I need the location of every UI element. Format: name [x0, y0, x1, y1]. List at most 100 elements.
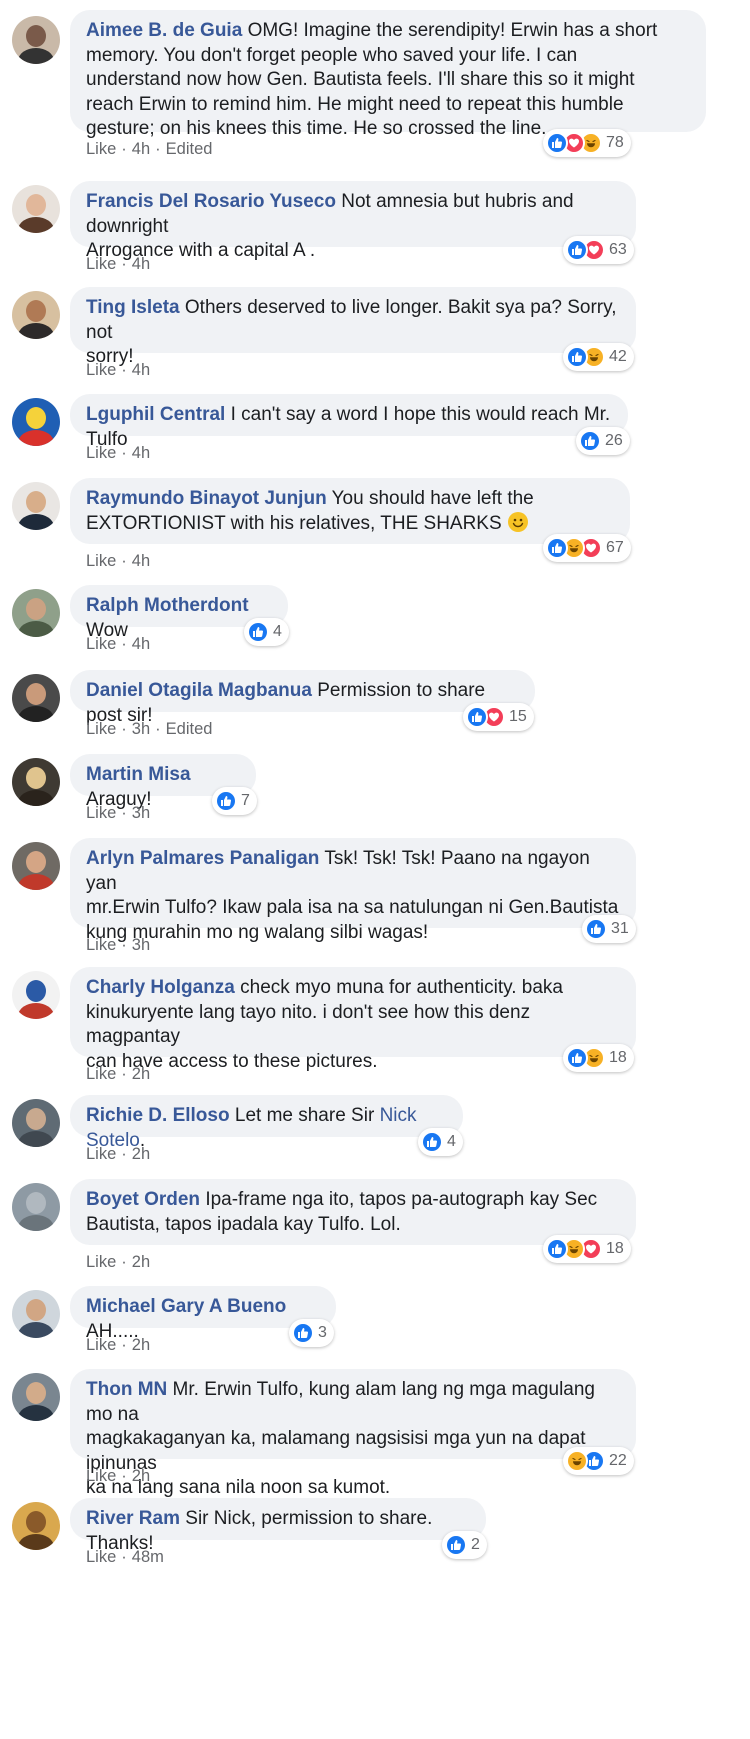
like-button[interactable]: Like [86, 1548, 116, 1566]
avatar[interactable] [12, 291, 60, 339]
like-button[interactable]: Like [86, 361, 116, 379]
comment-actions: Like · 4h · Edited [86, 140, 212, 159]
comment-text-line: mr.Erwin Tulfo? Ikaw pala isa na sa natu… [86, 897, 619, 918]
comment-author[interactable]: Charly Holganza [86, 977, 235, 998]
comment-actions: Like · 2h [86, 1467, 150, 1486]
reactions-summary[interactable]: 15 [463, 703, 534, 731]
comment-author[interactable]: Ting Isleta [86, 297, 180, 318]
like-button[interactable]: Like [86, 1467, 116, 1485]
reaction-count: 67 [606, 539, 624, 556]
reactions-summary[interactable]: 3 [289, 1319, 334, 1347]
avatar[interactable] [12, 842, 60, 890]
avatar[interactable] [12, 1099, 60, 1147]
comment-author[interactable]: Ralph Motherdont [86, 595, 249, 616]
reaction-count: 7 [241, 792, 250, 809]
comment-author[interactable]: Lguphil Central [86, 404, 225, 425]
comment-actions: Like · 4h [86, 361, 150, 380]
avatar[interactable] [12, 971, 60, 1019]
comment-timestamp[interactable]: 4h [132, 635, 150, 653]
reactions-summary[interactable]: 2 [442, 1531, 487, 1559]
reactions-summary[interactable]: 31 [582, 915, 636, 943]
comment-author[interactable]: Raymundo Binayot Junjun [86, 488, 327, 509]
reaction-count: 15 [509, 708, 527, 725]
like-button[interactable]: Like [86, 444, 116, 462]
reactions-summary[interactable]: 63 [563, 236, 634, 264]
comment-author[interactable]: Daniel Otagila Magbanua [86, 680, 312, 701]
like-button[interactable]: Like [86, 1253, 116, 1271]
avatar[interactable] [12, 674, 60, 722]
reactions-summary[interactable]: 18 [543, 1235, 631, 1263]
avatar[interactable] [12, 1502, 60, 1550]
comment-author[interactable]: Martin Misa [86, 764, 191, 785]
like-button[interactable]: Like [86, 1065, 116, 1083]
avatar[interactable] [12, 16, 60, 64]
comment-author[interactable]: Richie D. Elloso [86, 1105, 230, 1126]
avatar[interactable] [12, 1373, 60, 1421]
avatar-body [18, 874, 54, 890]
avatar-face [26, 194, 46, 216]
comment-timestamp[interactable]: 3h [132, 720, 150, 738]
comment-timestamp[interactable]: 4h [132, 140, 150, 158]
avatar[interactable] [12, 1290, 60, 1338]
like-button[interactable]: Like [86, 140, 116, 158]
like-button[interactable]: Like [86, 552, 116, 570]
like-button[interactable]: Like [86, 936, 116, 954]
reactions-summary[interactable]: 4 [418, 1128, 463, 1156]
like-button[interactable]: Like [86, 1336, 116, 1354]
comment-timestamp[interactable]: 3h [132, 936, 150, 954]
like-button[interactable]: Like [86, 804, 116, 822]
comment-author[interactable]: Michael Gary A Bueno [86, 1296, 286, 1317]
comment-timestamp[interactable]: 4h [132, 552, 150, 570]
comment-timestamp[interactable]: 4h [132, 444, 150, 462]
comment-bubble: Richie D. Elloso Let me share Sir Nick S… [70, 1095, 463, 1151]
comment-text-line: Bautista, tapos ipadala kay Tulfo. Lol. [86, 1213, 401, 1235]
like-button[interactable]: Like [86, 1145, 116, 1163]
reactions-summary[interactable]: 78 [543, 129, 631, 157]
avatar-body [18, 1534, 54, 1550]
avatar[interactable] [12, 482, 60, 530]
comment-author[interactable]: Thon MN [86, 1379, 167, 1400]
comment-author[interactable]: Francis Del Rosario Yuseco [86, 191, 336, 212]
avatar[interactable] [12, 1183, 60, 1231]
comment-timestamp[interactable]: 2h [132, 1145, 150, 1163]
reactions-summary[interactable]: 67 [543, 534, 631, 562]
comment-timestamp[interactable]: 2h [132, 1253, 150, 1271]
comment-bubble: River Ram Sir Nick, permission to share.… [70, 1498, 486, 1554]
avatar[interactable] [12, 185, 60, 233]
reaction-count: 78 [606, 134, 624, 151]
avatar-body [18, 514, 54, 530]
reaction-count: 63 [609, 241, 627, 258]
reaction-count: 4 [273, 623, 282, 640]
like-button[interactable]: Like [86, 720, 116, 738]
comment-timestamp[interactable]: 3h [132, 804, 150, 822]
reactions-summary[interactable]: 7 [212, 787, 257, 815]
like-button[interactable]: Like [86, 635, 116, 653]
reactions-summary[interactable]: 26 [576, 427, 630, 455]
comment-timestamp[interactable]: 2h [132, 1065, 150, 1083]
comment-timestamp[interactable]: 4h [132, 255, 150, 273]
reactions-summary[interactable]: 42 [563, 343, 634, 371]
comment-author[interactable]: River Ram [86, 1508, 180, 1529]
like-reaction-icon [421, 1131, 443, 1153]
reactions-summary[interactable]: 22 [563, 1447, 634, 1475]
edited-label[interactable]: Edited [166, 720, 213, 738]
avatar-face [26, 980, 46, 1002]
comment-timestamp[interactable]: 2h [132, 1336, 150, 1354]
avatar[interactable] [12, 589, 60, 637]
like-button[interactable]: Like [86, 255, 116, 273]
comment-timestamp[interactable]: 48m [132, 1548, 164, 1566]
comment-author[interactable]: Boyet Orden [86, 1189, 200, 1210]
avatar-body [18, 1215, 54, 1231]
avatar[interactable] [12, 758, 60, 806]
avatar-body [18, 1131, 54, 1147]
reactions-summary[interactable]: 4 [244, 618, 289, 646]
edited-label[interactable]: Edited [166, 140, 213, 158]
comment-author[interactable]: Aimee B. de Guia [86, 20, 242, 41]
comment-timestamp[interactable]: 4h [132, 361, 150, 379]
comment-timestamp[interactable]: 2h [132, 1467, 150, 1485]
reaction-count: 26 [605, 432, 623, 449]
reactions-summary[interactable]: 18 [563, 1044, 634, 1072]
comment-author[interactable]: Arlyn Palmares Panaligan [86, 848, 319, 869]
avatar[interactable] [12, 398, 60, 446]
comment-actions: Like · 3h · Edited [86, 720, 212, 739]
